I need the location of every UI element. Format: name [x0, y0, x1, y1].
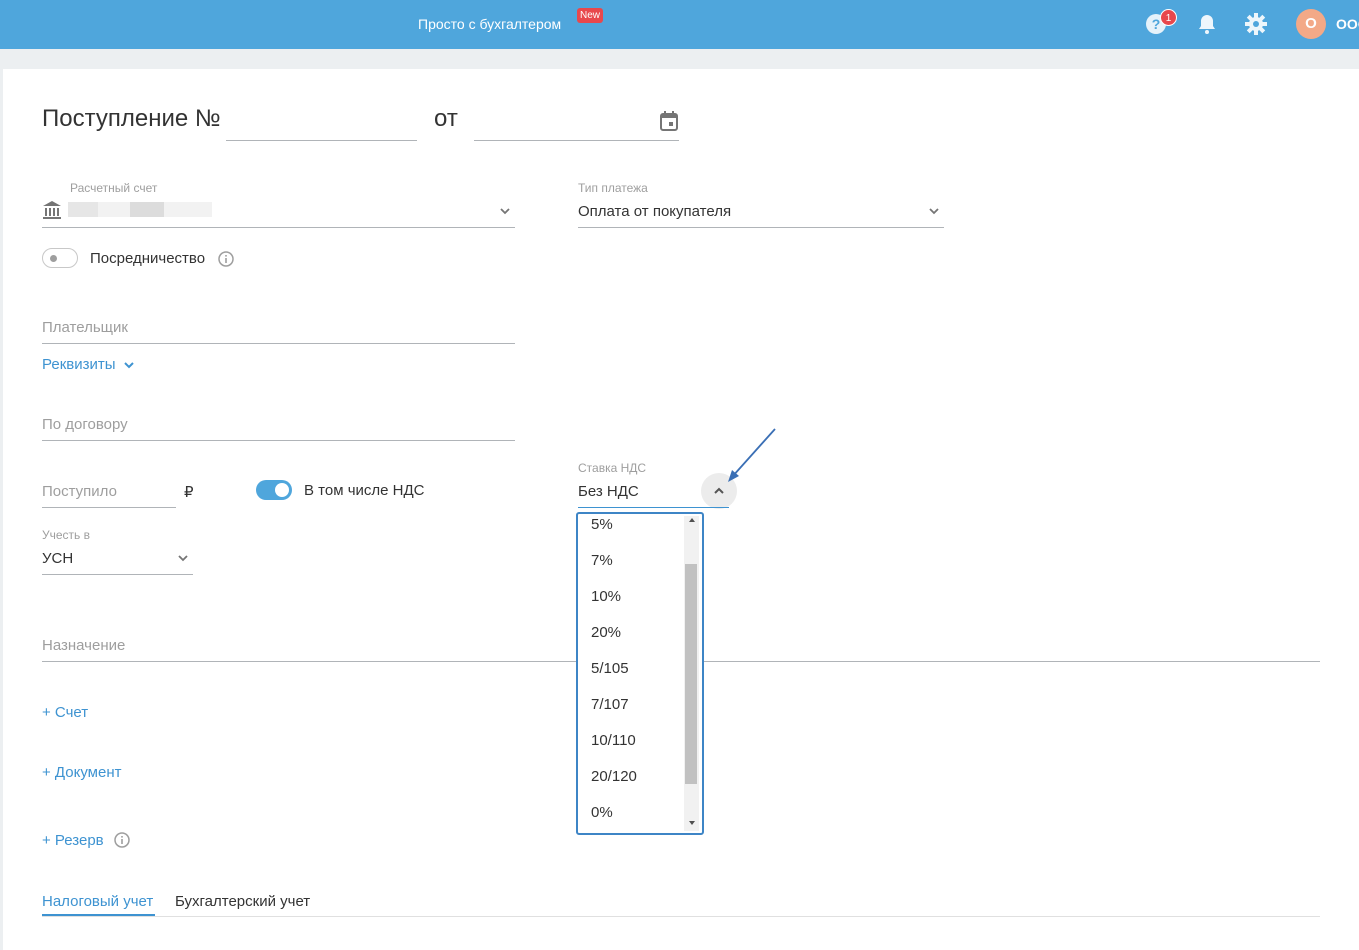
dropdown-scrollbar-thumb[interactable] [685, 564, 697, 784]
chevron-down-icon[interactable] [928, 205, 940, 217]
payment-type-label: Тип платежа [578, 181, 648, 195]
help-badge: 1 [1160, 9, 1177, 26]
received-input[interactable]: Поступило [42, 483, 117, 500]
date-separator: от [434, 105, 458, 132]
currency-sign: ₽ [184, 484, 194, 501]
account-value-redacted [68, 202, 212, 217]
tab-tax-accounting[interactable]: Налоговый учет [42, 893, 153, 910]
vat-rate-underline [578, 507, 729, 508]
add-reserve-link[interactable]: + Резерв [42, 832, 104, 849]
payment-type-value[interactable]: Оплата от покупателя [578, 203, 731, 220]
dropdown-option[interactable]: 20/120 [591, 768, 637, 785]
new-badge: New [577, 8, 604, 23]
chevron-down-icon[interactable] [177, 552, 189, 564]
annotation-arrow [728, 428, 776, 482]
bank-icon [43, 201, 61, 219]
dropdown-option[interactable]: 10% [591, 588, 621, 605]
mediation-toggle[interactable] [42, 248, 78, 268]
scroll-down-icon[interactable] [689, 821, 695, 825]
chevron-down-icon[interactable] [499, 205, 511, 217]
contract-underline [42, 440, 515, 441]
scroll-up-icon[interactable] [689, 518, 695, 522]
dropdown-option[interactable]: 0% [591, 804, 613, 821]
bell-icon[interactable] [1195, 12, 1219, 36]
org-name[interactable]: ООО [1336, 16, 1359, 32]
payer-underline [42, 343, 515, 344]
dropdown-option[interactable]: 20% [591, 624, 621, 641]
account-in-label: Учесть в [42, 528, 91, 542]
account-in-select[interactable] [42, 574, 193, 575]
calendar-icon[interactable] [660, 111, 678, 131]
gear-icon[interactable] [1244, 12, 1268, 36]
dropdown-option[interactable]: 7/107 [591, 696, 629, 713]
payment-type-select[interactable] [578, 227, 944, 228]
top-bar: Просто с бухгалтером New ? 1 О ООО [0, 0, 1359, 49]
document-number-input[interactable] [226, 140, 417, 141]
account-select[interactable] [42, 227, 515, 228]
vat-rate-label: Ставка НДС [578, 461, 647, 475]
account-label: Расчетный счет [70, 181, 158, 195]
vat-included-toggle[interactable] [256, 480, 292, 500]
add-document-link[interactable]: + Документ [42, 764, 121, 781]
dropdown-option[interactable]: 5% [591, 516, 613, 533]
promo-link[interactable]: Просто с бухгалтером [418, 16, 561, 32]
purpose-input[interactable]: Назначение [42, 637, 125, 654]
mediation-label: Посредничество [90, 250, 206, 267]
add-invoice-link[interactable]: + Счет [42, 704, 88, 721]
dropdown-option[interactable]: 10/110 [591, 732, 636, 749]
svg-text:?: ? [1152, 16, 1161, 32]
vat-included-label: В том числе НДС [304, 482, 425, 499]
info-icon[interactable] [218, 251, 234, 267]
dropdown-option[interactable]: 5/105 [591, 660, 629, 677]
contract-input[interactable]: По договору [42, 416, 128, 433]
payer-input[interactable]: Плательщик [42, 319, 128, 336]
avatar[interactable]: О [1296, 9, 1326, 39]
dropdown-option[interactable]: 7% [591, 552, 613, 569]
vat-rate-dropdown[interactable]: 5% 7% 10% 20% 5/105 7/107 10/110 20/120 … [576, 512, 704, 835]
page-title: Поступление № [42, 105, 221, 132]
chevron-up-icon[interactable] [713, 485, 725, 497]
tabs-divider [42, 916, 1320, 917]
vat-rate-value[interactable]: Без НДС [578, 483, 639, 500]
requisites-link[interactable]: Реквизиты [42, 356, 116, 373]
info-icon[interactable] [114, 832, 130, 848]
date-input[interactable] [474, 140, 679, 141]
tab-bookkeeping[interactable]: Бухгалтерский учет [175, 893, 310, 910]
account-in-value[interactable]: УСН [42, 550, 73, 567]
received-underline [42, 507, 176, 508]
chevron-down-icon[interactable] [123, 359, 135, 371]
